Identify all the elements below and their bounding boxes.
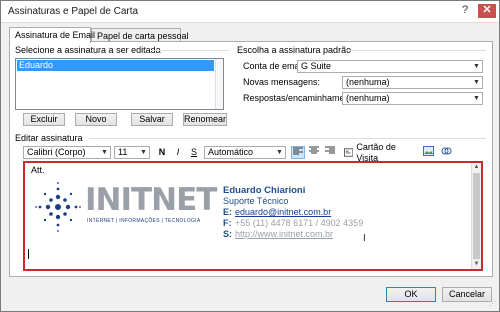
close-button[interactable]: ✕ bbox=[478, 4, 496, 18]
window-title: Assinaturas e Papel de Carta bbox=[8, 6, 139, 17]
cancel-button[interactable]: Cancelar bbox=[442, 287, 492, 302]
logo-burst-icon bbox=[35, 182, 81, 232]
greeting-text: Att. bbox=[31, 165, 45, 175]
edit-signature-heading: Editar assinatura bbox=[15, 133, 86, 143]
chevron-down-icon: ▼ bbox=[276, 149, 283, 156]
list-scrollbar[interactable] bbox=[215, 59, 223, 109]
chevron-down-icon: ▼ bbox=[140, 149, 147, 156]
logo-wordmark: INITNET bbox=[85, 182, 217, 218]
align-center-icon bbox=[309, 146, 319, 154]
font-value: Calibri (Corpo) bbox=[27, 147, 86, 157]
help-button[interactable]: ? bbox=[457, 4, 473, 18]
bold-button[interactable]: N bbox=[155, 146, 169, 159]
business-card-button[interactable]: Cartão de Visita bbox=[344, 142, 416, 163]
caret bbox=[28, 249, 29, 259]
tab-email-signature[interactable]: Assinatura de Email bbox=[9, 27, 95, 43]
select-signature-heading: Selecione a assinatura a ser editada bbox=[15, 45, 164, 55]
hyperlink-icon bbox=[441, 147, 451, 155]
chevron-down-icon: ▼ bbox=[473, 95, 480, 102]
business-card-icon bbox=[344, 148, 354, 157]
replies-select[interactable]: (nenhuma) ▼ bbox=[342, 92, 483, 105]
resize-grip-icon[interactable]: ⋰ bbox=[489, 301, 497, 309]
text-cursor-icon: I bbox=[363, 233, 366, 244]
email-link[interactable]: eduardo@initnet.com.br bbox=[235, 207, 331, 217]
chevron-down-icon: ▼ bbox=[473, 79, 480, 86]
email-label: E: bbox=[223, 207, 232, 217]
phone-label: F: bbox=[223, 218, 232, 228]
scroll-thumb[interactable] bbox=[473, 173, 480, 259]
divider bbox=[89, 138, 486, 139]
signature-name: Eduardo Chiarioni bbox=[223, 185, 306, 196]
replies-value: (nenhuma) bbox=[346, 93, 390, 103]
signatures-dialog: Assinaturas e Papel de Carta ? ✕ Assinat… bbox=[0, 0, 500, 312]
underline-button[interactable]: S bbox=[187, 146, 201, 159]
list-item[interactable]: Eduardo bbox=[17, 60, 214, 71]
account-select[interactable]: G Suite ▼ bbox=[297, 60, 483, 73]
delete-button[interactable]: Excluir bbox=[23, 113, 65, 126]
new-messages-label: Novas mensagens: bbox=[243, 77, 321, 87]
align-right-icon bbox=[325, 146, 335, 154]
align-left-icon bbox=[293, 147, 303, 155]
align-left-button[interactable] bbox=[291, 146, 305, 159]
italic-button[interactable]: I bbox=[171, 146, 185, 159]
signature-editor[interactable]: Att. INITNET INTERNET | INFORMAÇÕES | TE… bbox=[23, 161, 483, 271]
font-select[interactable]: Calibri (Corpo) ▼ bbox=[23, 146, 111, 159]
picture-icon bbox=[422, 146, 434, 156]
phone-text: +55 (11) 4478 6171 / 4902 4359 bbox=[235, 218, 364, 228]
site-link[interactable]: http://www.initnet.com.br bbox=[235, 229, 333, 239]
align-center-button[interactable] bbox=[307, 146, 321, 159]
ok-button[interactable]: OK bbox=[386, 287, 436, 302]
insert-hyperlink-button[interactable] bbox=[439, 146, 453, 159]
account-value: G Suite bbox=[301, 61, 332, 71]
font-size-value: 11 bbox=[118, 147, 128, 157]
align-right-button[interactable] bbox=[323, 146, 337, 159]
insert-picture-button[interactable] bbox=[421, 146, 435, 159]
logo-tagline: INTERNET | INFORMAÇÕES | TECNOLOGIA bbox=[87, 218, 201, 224]
rename-button[interactable]: Renomear bbox=[183, 113, 227, 126]
signature-role: Suporte Técnico bbox=[223, 196, 289, 206]
divider bbox=[346, 50, 486, 51]
new-messages-value: (nenhuma) bbox=[346, 77, 390, 87]
font-size-select[interactable]: 11 ▼ bbox=[114, 146, 150, 159]
font-color-select[interactable]: Automático ▼ bbox=[204, 146, 286, 159]
chevron-down-icon: ▼ bbox=[473, 63, 480, 70]
divider bbox=[151, 50, 229, 51]
editor-scrollbar[interactable]: ▲ ▼ bbox=[471, 163, 481, 269]
font-color-value: Automático bbox=[208, 147, 254, 157]
new-button[interactable]: Novo bbox=[75, 113, 117, 126]
scroll-down-icon[interactable]: ▼ bbox=[472, 260, 481, 269]
save-button[interactable]: Salvar bbox=[131, 113, 173, 126]
chevron-down-icon: ▼ bbox=[101, 149, 108, 156]
new-messages-select[interactable]: (nenhuma) ▼ bbox=[342, 76, 483, 89]
title-bar: Assinaturas e Papel de Carta ? ✕ bbox=[1, 1, 499, 23]
scroll-up-icon[interactable]: ▲ bbox=[472, 163, 481, 172]
signature-list[interactable]: Eduardo bbox=[15, 58, 224, 110]
tab-stationery[interactable]: Papel de carta pessoal bbox=[91, 28, 189, 42]
site-label: S: bbox=[223, 229, 232, 239]
default-signature-heading: Escolha a assinatura padrão bbox=[237, 45, 355, 55]
